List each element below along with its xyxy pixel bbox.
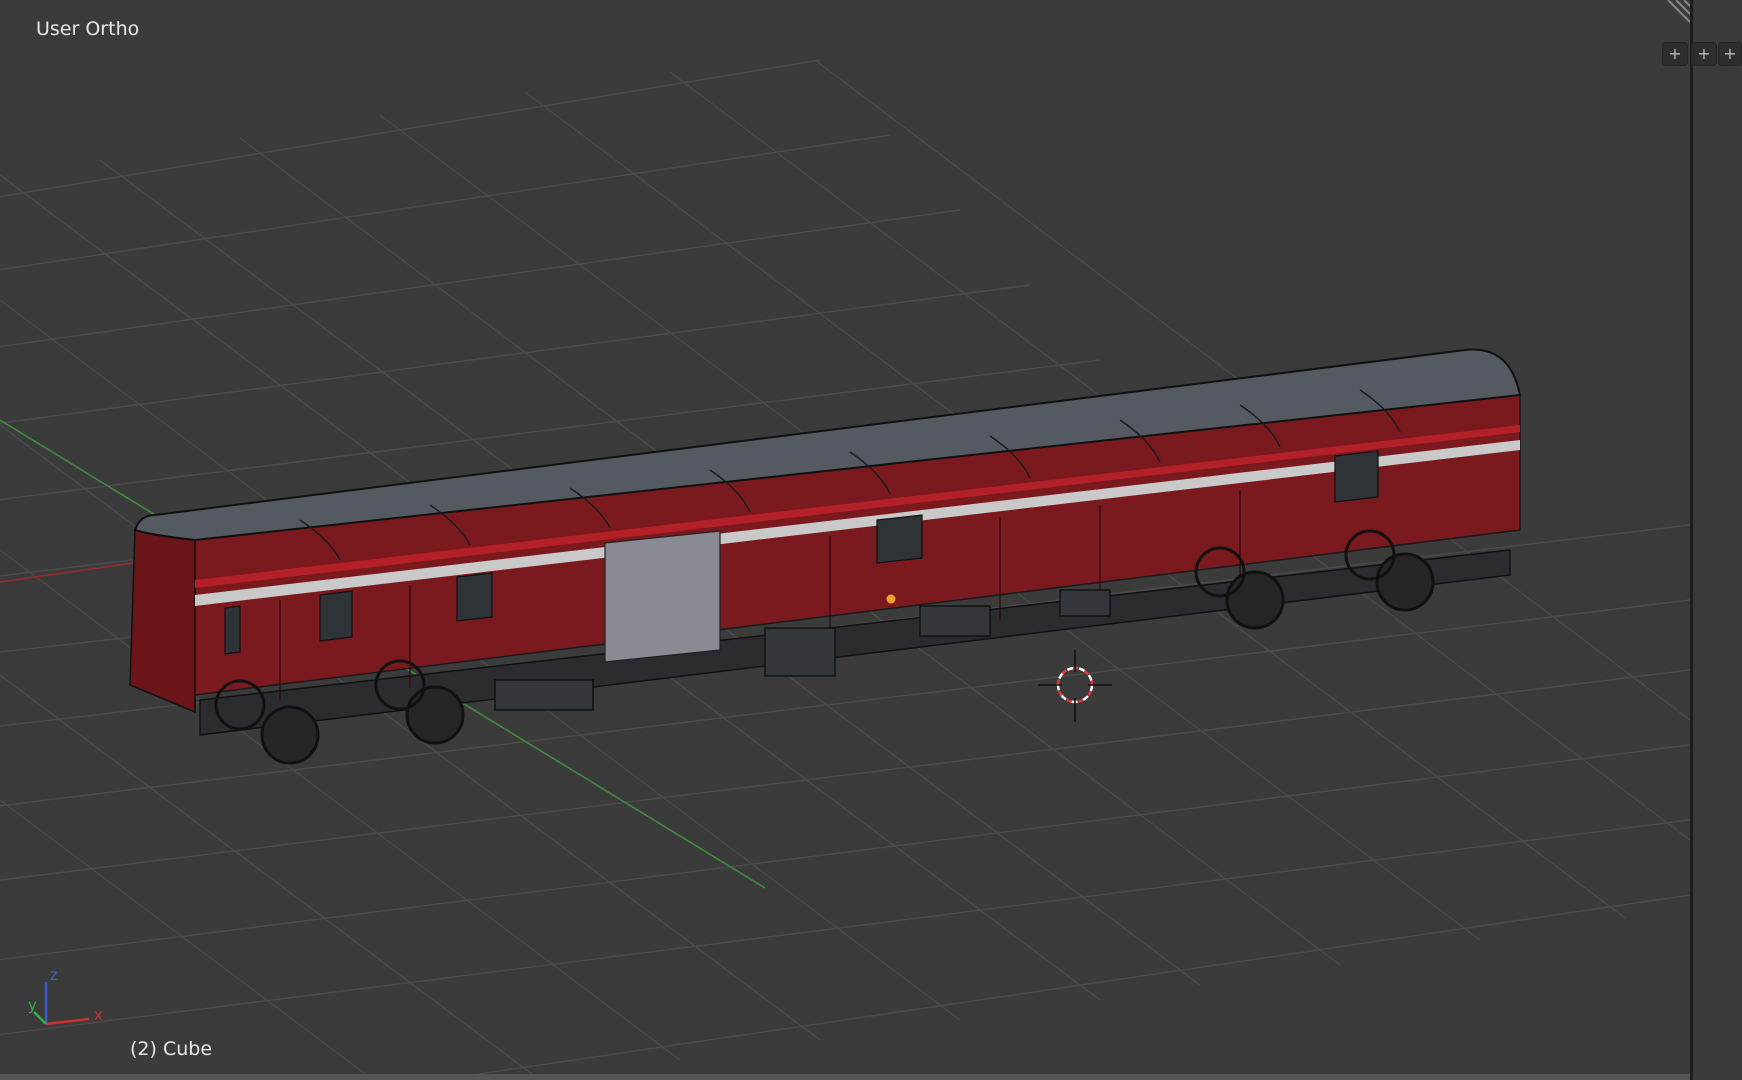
bottom-edge bbox=[0, 1074, 1690, 1080]
scene-canvas[interactable] bbox=[0, 0, 1690, 1074]
axes-gizmo: z x y bbox=[28, 966, 103, 1026]
train-car-mesh[interactable] bbox=[129, 348, 1522, 765]
object-origin[interactable] bbox=[886, 594, 896, 604]
3d-cursor[interactable] bbox=[1038, 650, 1112, 722]
plus-icon[interactable]: + bbox=[1662, 42, 1688, 66]
view-mode-label: User Ortho bbox=[36, 18, 140, 40]
car-body-end bbox=[129, 529, 196, 714]
plus-icon[interactable]: + bbox=[1691, 42, 1717, 66]
3d-viewport[interactable]: User Ortho (2) Cube z x y + bbox=[0, 0, 1690, 1074]
adjacent-area[interactable]: + + bbox=[1691, 0, 1742, 1080]
axis-x-label: x bbox=[94, 1006, 103, 1024]
plus-icon[interactable]: + bbox=[1718, 42, 1742, 66]
axis-z-label: z bbox=[50, 966, 58, 984]
axis-y-label: y bbox=[28, 996, 37, 1014]
area-split-corner-icon[interactable] bbox=[1664, 0, 1690, 24]
active-object-label: (2) Cube bbox=[130, 1038, 213, 1060]
sliding-door bbox=[604, 530, 721, 663]
